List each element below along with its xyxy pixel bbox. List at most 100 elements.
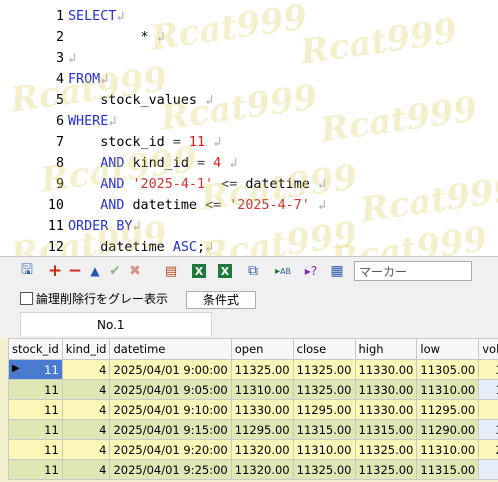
code-line[interactable]: 4 FROM↲ (0, 69, 498, 90)
table-cell[interactable]: 11305.00 (416, 359, 480, 380)
code-line[interactable]: 7 stock_id = 11 ↲ (0, 132, 498, 153)
code-line[interactable]: 10 AND datetime <= '2025-4-7' ↲ (0, 195, 498, 216)
column-header-volume[interactable]: volume (478, 338, 498, 360)
code-line[interactable]: 5 stock_values ↲ (0, 90, 498, 111)
table-cell[interactable]: 3300 (478, 419, 498, 440)
gray-deleted-rows-checkbox[interactable] (20, 292, 33, 305)
table-cell[interactable]: 11315.00 (354, 419, 418, 440)
sql-editor[interactable]: 1 SELECT↲ 2 * ↲ 3 ↲ 4 FROM↲ 5 stock_values ↲ 6 WH… (0, 0, 498, 257)
table-cell[interactable]: 730 (478, 459, 498, 480)
table-row[interactable]: 11 4 2025/04/01 9:20:00 11320.00 11310.00 113… (8, 439, 498, 460)
table-cell[interactable]: 11295.00 (416, 399, 480, 420)
table-cell[interactable]: 590 (478, 399, 498, 420)
table-cell[interactable]: 11 (8, 419, 63, 440)
result-grid[interactable]: stock_id kind_id datetime open close high low v… (0, 338, 498, 482)
table-cell[interactable]: 11325.00 (354, 439, 418, 460)
column-header-datetime[interactable]: datetime (109, 338, 232, 360)
table-cell[interactable]: 11330.00 (230, 399, 294, 420)
line-number: 10 (47, 198, 64, 213)
table-cell[interactable]: 11325.00 (354, 459, 418, 480)
delete-icon[interactable]: − (66, 261, 84, 281)
table-cell[interactable]: 11315.00 (416, 459, 480, 480)
table-cell[interactable]: 11 (8, 459, 63, 480)
code-line[interactable]: 3 ↲ (0, 48, 498, 69)
table-cell[interactable]: 11325.00 (292, 459, 356, 480)
code-line[interactable]: 2 * ↲ (0, 27, 498, 48)
table-cell[interactable]: 11330.00 (354, 399, 418, 420)
table-cell[interactable]: 2500 (478, 439, 498, 460)
cancel-icon[interactable]: ✖ (126, 262, 144, 280)
table-cell[interactable]: 4 (61, 379, 111, 400)
code-line[interactable]: 9 AND '2025-4-1' <= datetime ↲ (0, 174, 498, 195)
code-line[interactable]: 8 AND kind_id = 4 ↲ (0, 153, 498, 174)
table-cell[interactable]: 11320.00 (230, 439, 294, 460)
commit-icon[interactable]: ✔ (106, 262, 124, 280)
table-cell[interactable]: 11330.00 (354, 379, 418, 400)
line-number: 6 (55, 114, 64, 129)
table-cell[interactable]: 11310.00 (416, 439, 480, 460)
code-line[interactable]: 11 ORDER BY↲ (0, 216, 498, 237)
table-cell[interactable]: 11310.00 (230, 379, 294, 400)
save-icon[interactable]: 🖫 (18, 262, 36, 280)
code-line[interactable]: 1 SELECT↲ (0, 6, 498, 27)
excel-import-icon[interactable]: X (218, 264, 232, 278)
column-header-low[interactable]: low (416, 338, 480, 360)
table-cell[interactable]: 11320.00 (230, 459, 294, 480)
text-format-icon[interactable]: ▸ AB (274, 262, 292, 280)
column-header-open[interactable]: open (230, 338, 294, 360)
table-cell[interactable]: 4 (61, 439, 111, 460)
table-cell[interactable]: 11325.00 (292, 379, 356, 400)
table-row[interactable]: 11 4 2025/04/01 9:25:00 11320.00 11325.00 113… (8, 459, 498, 480)
table-cell[interactable]: 1150 (478, 379, 498, 400)
table-cell[interactable]: 4 (61, 419, 111, 440)
table-cell[interactable]: 11325.00 (230, 359, 294, 380)
table-cell[interactable]: 11295.00 (292, 399, 356, 420)
table-cell[interactable]: 2025/04/01 9:00:00 (109, 359, 232, 380)
table-cell[interactable]: 11 (8, 439, 63, 460)
table-cell[interactable]: 2025/04/01 9:10:00 (109, 399, 232, 420)
table-cell[interactable]: 11 (8, 399, 63, 420)
table-cell[interactable]: 4 (61, 399, 111, 420)
table-cell[interactable]: 2025/04/01 9:15:00 (109, 419, 232, 440)
table-cell[interactable]: 11 (8, 379, 63, 400)
table-row[interactable]: 11 4 2025/04/01 9:05:00 11310.00 11325.00 113… (8, 379, 498, 400)
column-header-kind_id[interactable]: kind_id (61, 338, 111, 360)
code-text: ↲ (68, 51, 77, 66)
table-cell[interactable]: 11330.00 (354, 359, 418, 380)
table-cell[interactable]: 4 (61, 459, 111, 480)
table-cell[interactable]: 2025/04/01 9:20:00 (109, 439, 232, 460)
code-line[interactable]: 6 WHERE↲ (0, 111, 498, 132)
move-up-icon[interactable]: ▲ (86, 262, 104, 280)
code-text: AND kind_id = 4 ↲ (68, 156, 238, 171)
table-row[interactable]: 11 4 2025/04/01 9:00:00 11325.00 11325.00 113… (8, 359, 498, 380)
marker-search-input[interactable]: マーカー (354, 261, 472, 281)
table-row[interactable]: 11 4 2025/04/01 9:10:00 11330.00 11295.00 113… (8, 399, 498, 420)
table-cell[interactable]: 11295.00 (230, 419, 294, 440)
table-cell[interactable]: 3080 (478, 359, 498, 380)
help-icon[interactable]: ▸? (302, 262, 320, 280)
table-cell[interactable]: 11310.00 (292, 439, 356, 460)
tab-result-1[interactable]: No.1 (20, 312, 212, 336)
copy-icon[interactable]: ⧉ (244, 262, 262, 280)
table-cell[interactable]: 11315.00 (292, 419, 356, 440)
code-text: stock_id = 11 ↲ (68, 135, 222, 150)
table-cell[interactable]: 11310.00 (416, 379, 480, 400)
code-text: datetime ASC;↲ (68, 240, 214, 255)
column-header-stock_id[interactable]: stock_id (8, 338, 63, 360)
column-header-close[interactable]: close (292, 338, 356, 360)
line-number: 12 (47, 240, 64, 255)
grid-icon[interactable]: ▦ (328, 262, 346, 280)
column-header-high[interactable]: high (354, 338, 418, 360)
add-icon[interactable]: + (46, 261, 64, 281)
export-icon[interactable]: ▤ (162, 262, 180, 280)
code-text: stock_values ↲ (68, 93, 214, 108)
table-cell[interactable]: 2025/04/01 9:05:00 (109, 379, 232, 400)
table-cell[interactable]: 4 (61, 359, 111, 380)
table-cell[interactable]: 11290.00 (416, 419, 480, 440)
table-cell[interactable]: 2025/04/01 9:25:00 (109, 459, 232, 480)
condition-button[interactable]: 条件式 (186, 291, 256, 309)
table-row[interactable]: 11 4 2025/04/01 9:15:00 11295.00 11315.00 113… (8, 419, 498, 440)
table-cell[interactable]: 11325.00 (292, 359, 356, 380)
excel-icon[interactable]: X (192, 264, 206, 278)
code-line[interactable]: 12 datetime ASC;↲ (0, 237, 498, 256)
